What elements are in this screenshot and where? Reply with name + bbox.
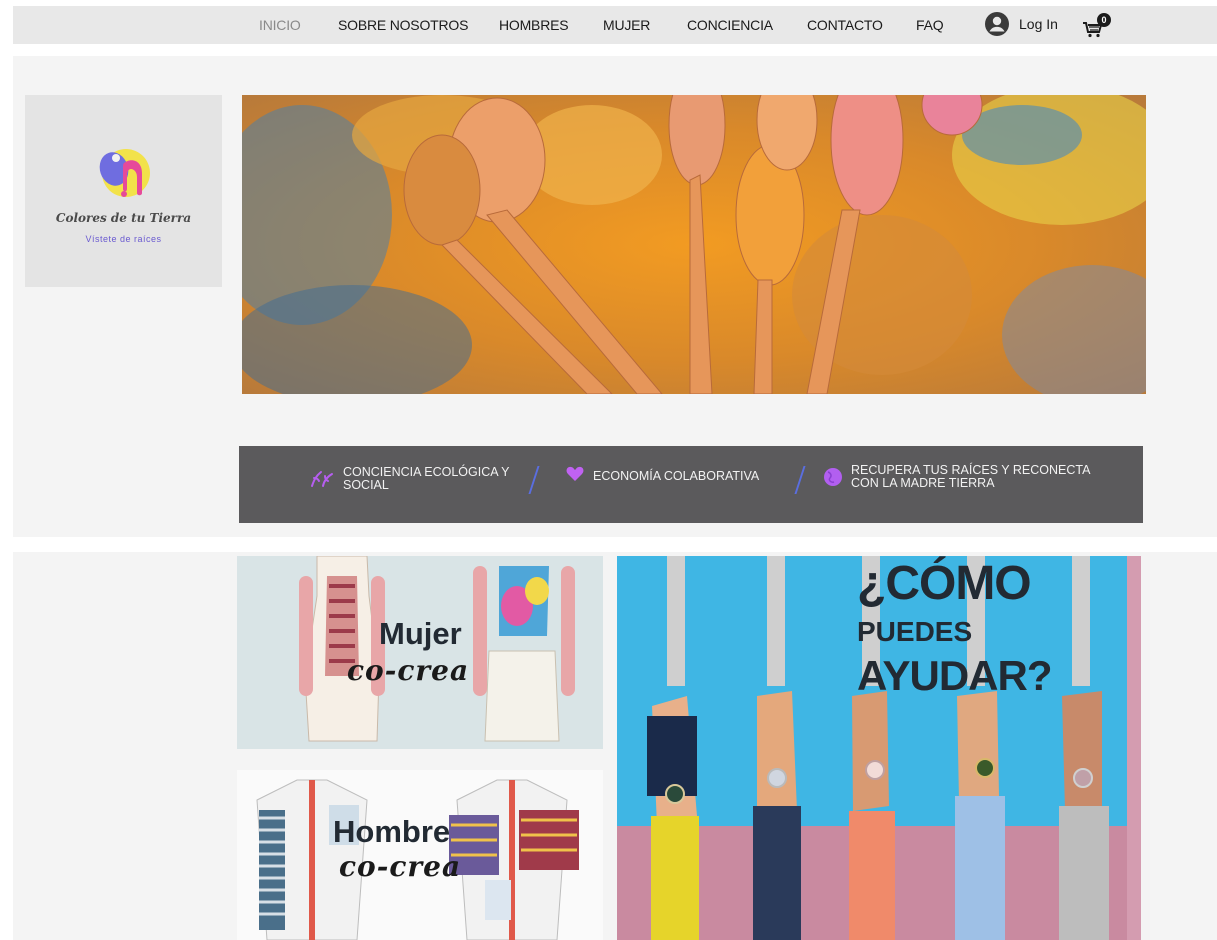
strip-item-economia: ECONOMÍA COLABORATIVA — [565, 464, 759, 483]
nav-item-mujer[interactable]: MUJER — [603, 17, 650, 33]
user-avatar-icon — [985, 12, 1009, 36]
strip-item-conciencia: CONCIENCIA ECOLÓGICA Y SOCIAL — [309, 466, 509, 492]
separator — [794, 466, 806, 494]
como-title: ¿CÓMO — [857, 557, 1032, 610]
top-navigation-bar: INICIO SOBRE NOSOTROS HOMBRES MUJER CONC… — [13, 6, 1217, 44]
nav-item-inicio[interactable]: INICIO — [259, 17, 301, 33]
nav-item-conciencia[interactable]: CONCIENCIA — [687, 17, 773, 33]
separator — [528, 466, 540, 494]
leaf-icon — [311, 471, 333, 487]
cart-count-badge: 0 — [1097, 13, 1111, 27]
cart-button[interactable]: 0 — [1082, 13, 1118, 39]
strip-text-conciencia: CONCIENCIA ECOLÓGICA Y SOCIAL — [343, 466, 509, 492]
strip-item-raices: RECUPERA TUS RAÍCES Y RECONECTA CON LA M… — [823, 464, 1090, 490]
earth-icon — [824, 468, 842, 486]
collections-section: Mujer co-crea Hombre co-crea ¿CÓMO PUEDE… — [13, 552, 1217, 940]
mujer-card[interactable]: Mujer co-crea — [237, 556, 603, 749]
mujer-cocrea-script: co-crea — [347, 654, 470, 687]
logo[interactable]: Colores de tu Tierra Vístete de raíces — [25, 95, 222, 287]
hombre-title: Hombre — [333, 814, 451, 849]
brand-tagline: Vístete de raíces — [85, 234, 162, 244]
strip-text-line: CON LA MADRE TIERRA — [851, 476, 995, 490]
hombre-cocrea-script: co-crea — [339, 850, 462, 883]
hero-illustration — [242, 95, 1146, 394]
login-label: Log In — [1019, 16, 1058, 32]
brand-name: Colores de tu Tierra — [55, 211, 192, 225]
nav-item-sobre-nosotros[interactable]: SOBRE NOSOTROS — [338, 17, 468, 33]
hands-holding-straps-image — [617, 556, 1141, 940]
mujer-title: Mujer — [379, 616, 462, 651]
login-button[interactable]: Log In — [985, 12, 1058, 36]
header-section: Colores de tu Tierra Vístete de raíces C… — [13, 56, 1217, 537]
strip-text-line: SOCIAL — [343, 478, 389, 492]
como-ayudar-card[interactable]: ¿CÓMO PUEDES AYUDAR? — [617, 556, 1141, 940]
mujer-fashion-illustration — [237, 556, 603, 749]
strip-text-economia: ECONOMÍA COLABORATIVA — [593, 469, 760, 483]
heart-hands-icon — [566, 466, 584, 481]
puedes-title: PUEDES — [857, 616, 973, 647]
strip-text-raices: RECUPERA TUS RAÍCES Y RECONECTA CON LA M… — [851, 464, 1090, 490]
page: INICIO SOBRE NOSOTROS HOMBRES MUJER CONC… — [0, 0, 1217, 940]
brand-logo-icon — [99, 149, 150, 197]
nav-item-faq[interactable]: FAQ — [916, 17, 944, 33]
nav-item-contacto[interactable]: CONTACTO — [807, 17, 883, 33]
hombre-card[interactable]: Hombre co-crea — [237, 770, 603, 940]
ayudar-title: AYUDAR? — [857, 652, 1052, 699]
values-strip: CONCIENCIA ECOLÓGICA Y SOCIAL ECONOMÍA C… — [239, 446, 1143, 523]
hero-image-spice-spoons — [242, 95, 1146, 394]
nav-item-hombres[interactable]: HOMBRES — [499, 17, 569, 33]
